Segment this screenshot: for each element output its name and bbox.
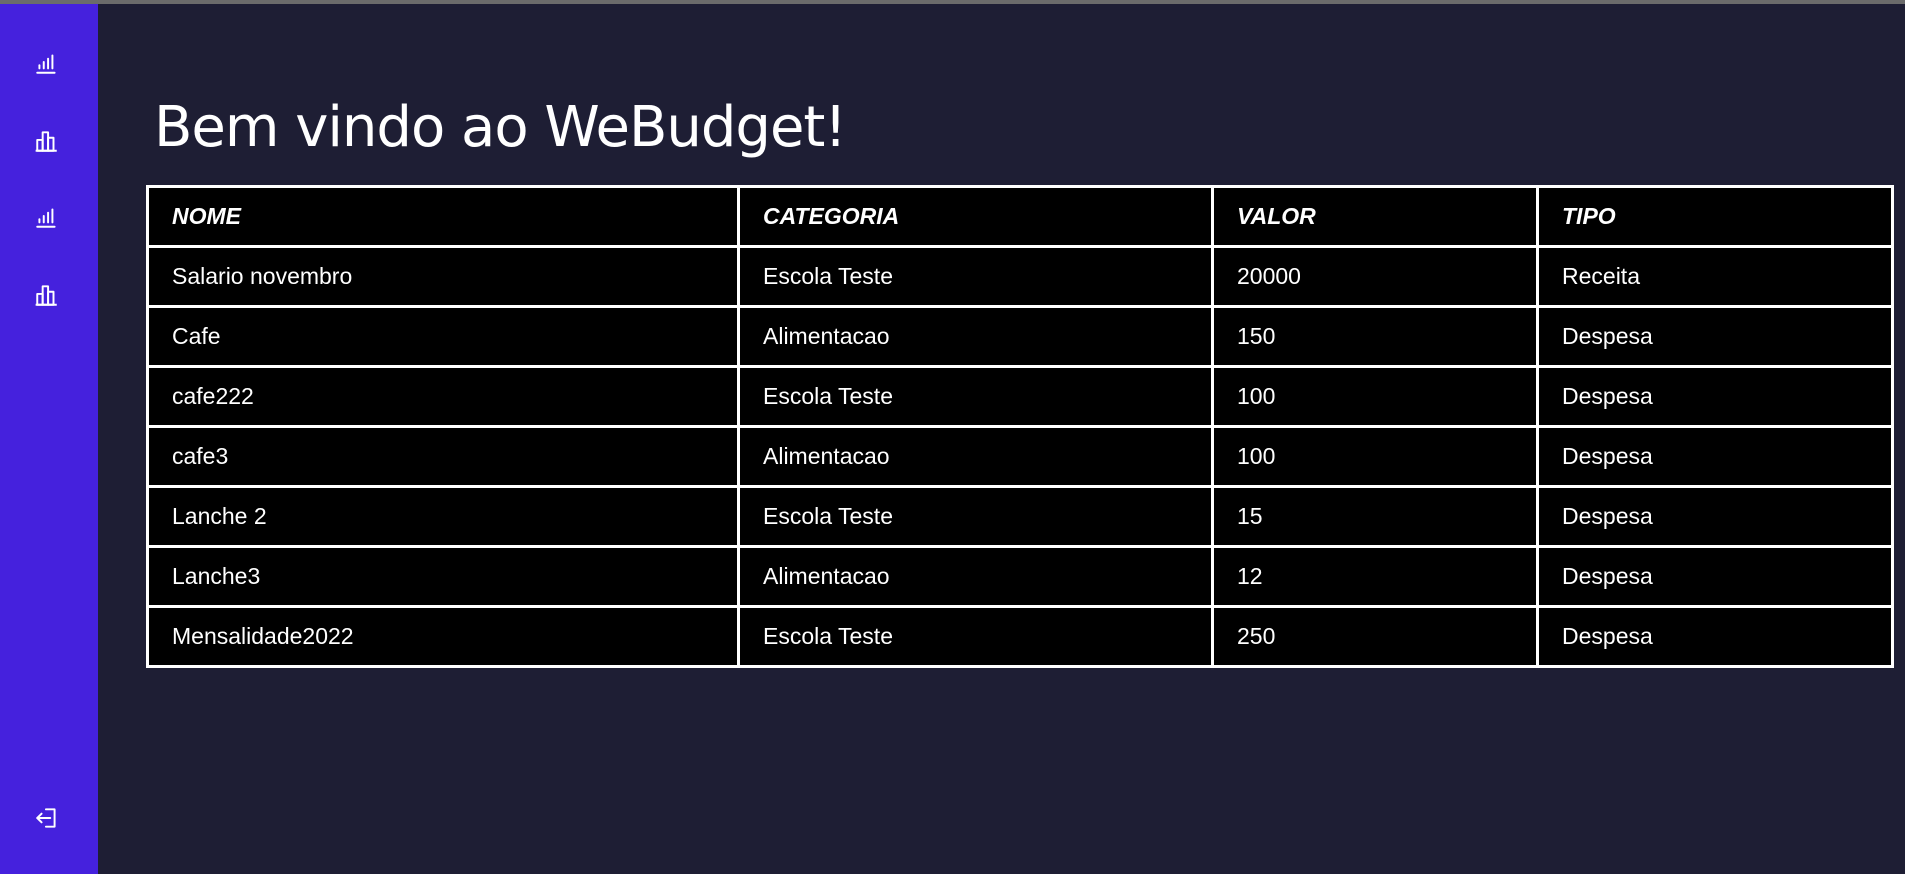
cell-categoria: Alimentacao xyxy=(737,305,1214,368)
column-header-tipo: TIPO xyxy=(1536,185,1894,248)
sidebar xyxy=(0,4,98,874)
cell-valor: 100 xyxy=(1211,425,1539,488)
cell-categoria: Escola Teste xyxy=(737,485,1214,548)
transactions-table: NOME CATEGORIA VALOR TIPO Salario novemb… xyxy=(146,185,1894,668)
sidebar-item-signal-2[interactable] xyxy=(29,199,65,235)
logout-icon xyxy=(36,808,56,828)
bar-chart-icon xyxy=(35,285,57,306)
cell-tipo: Despesa xyxy=(1536,605,1894,668)
cell-valor: 150 xyxy=(1211,305,1539,368)
cell-tipo: Despesa xyxy=(1536,485,1894,548)
cell-categoria: Escola Teste xyxy=(737,605,1214,668)
column-header-nome: NOME xyxy=(146,185,740,248)
table-row: Lanche 2 Escola Teste 15 Despesa xyxy=(146,485,1894,548)
table-row: cafe222 Escola Teste 100 Despesa xyxy=(146,365,1894,428)
page-title: Bem vindo ao WeBudget! xyxy=(154,95,847,160)
column-header-valor: VALOR xyxy=(1211,185,1539,248)
table-row: Mensalidade2022 Escola Teste 250 Despesa xyxy=(146,605,1894,668)
table-row: Salario novembro Escola Teste 20000 Rece… xyxy=(146,245,1894,308)
logout-button[interactable] xyxy=(29,800,65,836)
cell-tipo: Despesa xyxy=(1536,545,1894,608)
sidebar-item-chart-2[interactable] xyxy=(29,277,65,313)
signal-bars-icon xyxy=(36,54,56,74)
table-header-row: NOME CATEGORIA VALOR TIPO xyxy=(146,185,1894,248)
cell-valor: 15 xyxy=(1211,485,1539,548)
cell-valor: 20000 xyxy=(1211,245,1539,308)
cell-nome: cafe3 xyxy=(146,425,740,488)
cell-nome: Mensalidade2022 xyxy=(146,605,740,668)
cell-tipo: Receita xyxy=(1536,245,1894,308)
table-row: cafe3 Alimentacao 100 Despesa xyxy=(146,425,1894,488)
signal-bars-icon xyxy=(36,208,56,228)
sidebar-item-chart-1[interactable] xyxy=(29,123,65,159)
cell-categoria: Alimentacao xyxy=(737,545,1214,608)
cell-valor: 250 xyxy=(1211,605,1539,668)
cell-nome: Lanche 2 xyxy=(146,485,740,548)
cell-nome: Salario novembro xyxy=(146,245,740,308)
cell-tipo: Despesa xyxy=(1536,305,1894,368)
main-content: Bem vindo ao WeBudget! NOME CATEGORIA VA… xyxy=(98,4,1905,874)
cell-nome: cafe222 xyxy=(146,365,740,428)
cell-categoria: Escola Teste xyxy=(737,365,1214,428)
cell-valor: 100 xyxy=(1211,365,1539,428)
cell-categoria: Alimentacao xyxy=(737,425,1214,488)
cell-nome: Cafe xyxy=(146,305,740,368)
table-row: Lanche3 Alimentacao 12 Despesa xyxy=(146,545,1894,608)
cell-tipo: Despesa xyxy=(1536,425,1894,488)
sidebar-item-signal-1[interactable] xyxy=(29,45,65,81)
column-header-categoria: CATEGORIA xyxy=(737,185,1214,248)
cell-categoria: Escola Teste xyxy=(737,245,1214,308)
bar-chart-icon xyxy=(35,131,57,152)
table-row: Cafe Alimentacao 150 Despesa xyxy=(146,305,1894,368)
cell-nome: Lanche3 xyxy=(146,545,740,608)
cell-valor: 12 xyxy=(1211,545,1539,608)
cell-tipo: Despesa xyxy=(1536,365,1894,428)
